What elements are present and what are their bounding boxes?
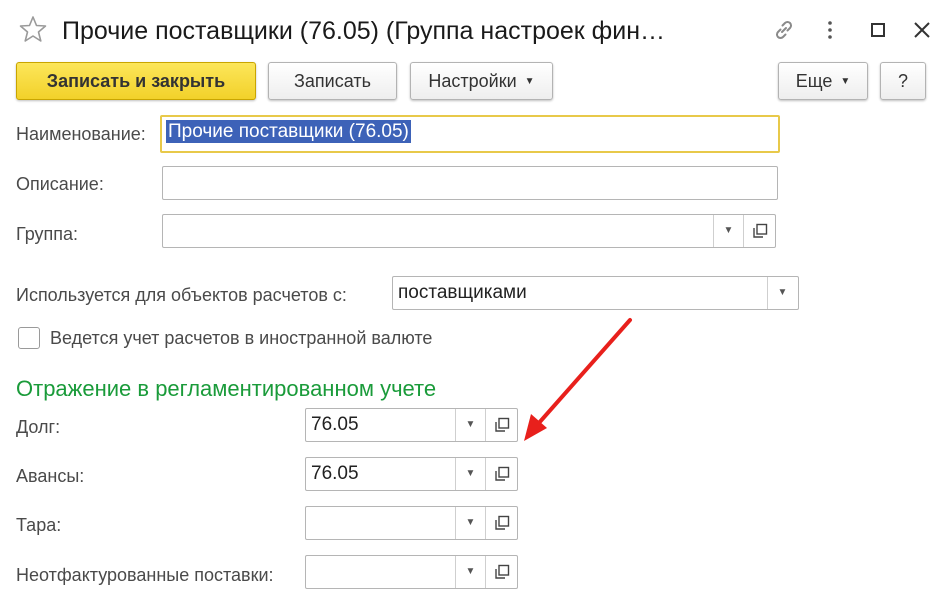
annotation-arrow-icon: [524, 318, 632, 441]
